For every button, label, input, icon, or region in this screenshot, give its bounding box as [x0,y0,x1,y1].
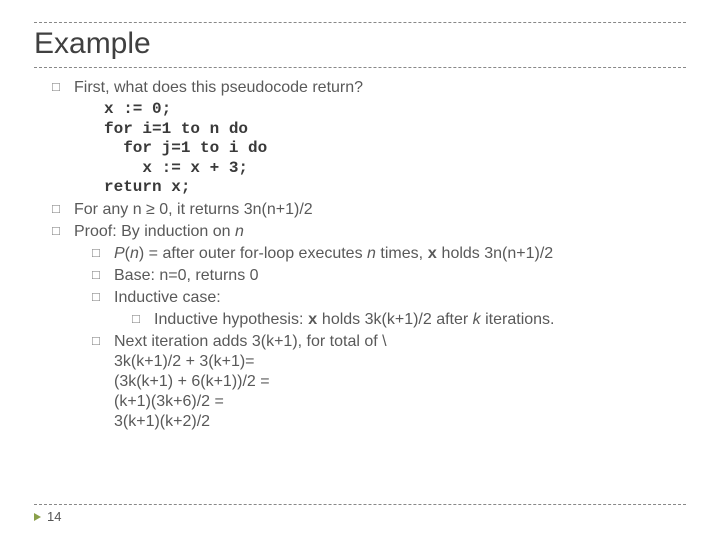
page-number: 14 [47,509,61,524]
sub-1-x: x [428,245,438,263]
sub-sub-list: Inductive hypothesis: x holds 3k(k+1)/2 … [114,310,686,330]
sub-1-t2: times, [376,245,428,262]
triangle-icon [34,513,41,521]
bullet-1-text: First, what does this pseudocode return? [74,79,363,96]
bullet-3-n: n [235,223,244,240]
sub-3: Inductive case: Inductive hypothesis: x … [92,288,686,330]
sub-3a-k: k [473,311,481,328]
sub-1-t1: ) = after outer for-loop executes [139,245,367,262]
sub-2-text: Base: n=0, returns 0 [114,267,259,284]
sub-4-l5: 3(k+1)(k+2)/2 [114,412,686,432]
code-block: x := 0; for i=1 to n do for j=1 to i do … [104,100,686,198]
sub-1-end: holds 3n(n+1)/2 [437,245,553,262]
sub-3a-pre: Inductive hypothesis: [154,311,308,328]
sub-3a-end: iterations. [481,311,555,328]
footer: 14 [34,504,686,524]
sub-2: Base: n=0, returns 0 [92,266,686,286]
slide: Example First, what does this pseudocode… [0,0,720,540]
title-row: Example [34,22,686,68]
sub-4-l2: 3k(k+1)/2 + 3(k+1)= [114,352,686,372]
bullet-1: First, what does this pseudocode return?… [52,78,686,198]
sub-1-P: P [114,245,125,262]
bullet-2: For any n ≥ 0, it returns 3n(n+1)/2 [52,200,686,220]
bullet-2-text: For any n ≥ 0, it returns 3n(n+1)/2 [74,201,313,218]
sub-3-text: Inductive case: [114,289,221,306]
sub-1: P(n) = after outer for-loop executes n t… [92,244,686,264]
sub-4-l3: (3k(k+1) + 6(k+1))/2 = [114,372,686,392]
sub-1-n: n [130,245,139,262]
slide-title: Example [34,27,686,61]
sub-4-l1: Next iteration adds 3(k+1), for total of… [114,332,686,352]
sub-list: P(n) = after outer for-loop executes n t… [74,244,686,432]
sub-4-l4: (k+1)(3k+6)/2 = [114,392,686,412]
sub-3a-mid: holds 3k(k+1)/2 after [317,311,472,328]
bullet-3-text: Proof: By induction on [74,223,235,240]
sub-1-n2: n [367,245,376,262]
sub-3a: Inductive hypothesis: x holds 3k(k+1)/2 … [132,310,686,330]
bullet-3: Proof: By induction on n P(n) = after ou… [52,222,686,432]
sub-4: Next iteration adds 3(k+1), for total of… [92,332,686,432]
bullet-list: First, what does this pseudocode return?… [34,78,686,432]
